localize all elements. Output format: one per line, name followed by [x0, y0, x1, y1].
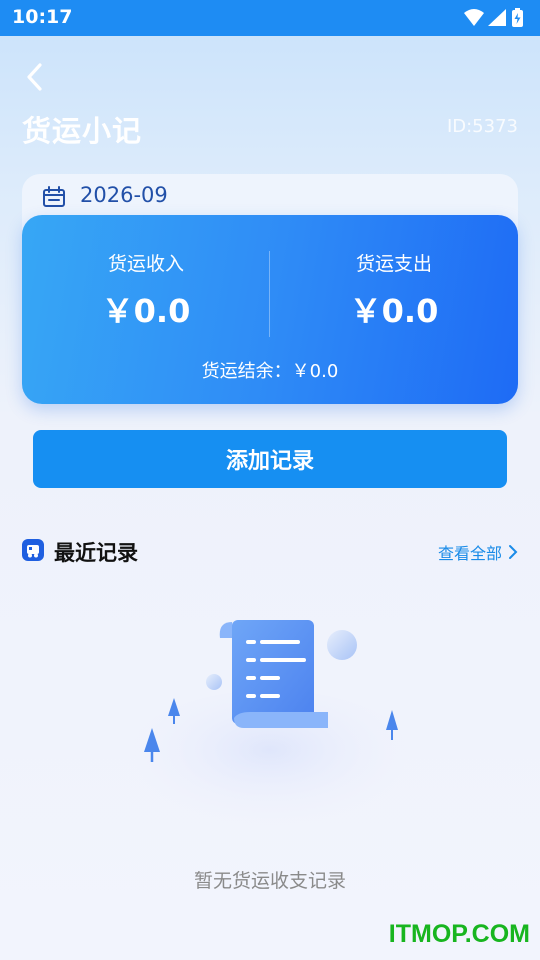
- document-icon: [219, 620, 328, 728]
- signal-icon: [488, 9, 506, 26]
- empty-state-text: 暂无货运收支记录: [193, 870, 346, 892]
- income-column: 货运收入 ￥0.0: [22, 249, 270, 332]
- chevron-right-icon: [509, 545, 518, 559]
- wifi-icon: [464, 9, 484, 26]
- income-value: ￥0.0: [101, 292, 191, 330]
- status-time: 10:17: [12, 6, 73, 28]
- add-record-button[interactable]: 添加记录: [33, 430, 507, 488]
- status-bar: 10:17: [0, 0, 540, 36]
- status-icons: [464, 8, 523, 27]
- empty-state-illustration: [120, 620, 420, 840]
- expense-value: ￥0.0: [349, 292, 439, 330]
- user-id: ID:5373: [446, 116, 518, 137]
- battery-icon: [512, 8, 523, 27]
- expense-column: 货运支出 ￥0.0: [270, 249, 518, 332]
- balance-text: 货运结余：￥0.0: [201, 361, 339, 382]
- page-title: 货运小记: [22, 114, 143, 148]
- summary-card: 货运收入 ￥0.0 货运支出 ￥0.0 货运结余：￥0.0: [22, 215, 518, 404]
- calendar-icon: [43, 186, 65, 207]
- back-icon[interactable]: [18, 60, 52, 94]
- view-all-label: 查看全部: [437, 544, 502, 563]
- recent-records-title: 最近记录: [54, 541, 138, 565]
- expense-label: 货运支出: [355, 253, 432, 275]
- recent-records-icon: [22, 539, 44, 561]
- watermark-logo: ITMOP.COM: [388, 920, 530, 948]
- month-text: 2026-09: [80, 183, 168, 207]
- view-all-link[interactable]: 查看全部: [438, 540, 518, 564]
- income-label: 货运收入: [107, 253, 184, 275]
